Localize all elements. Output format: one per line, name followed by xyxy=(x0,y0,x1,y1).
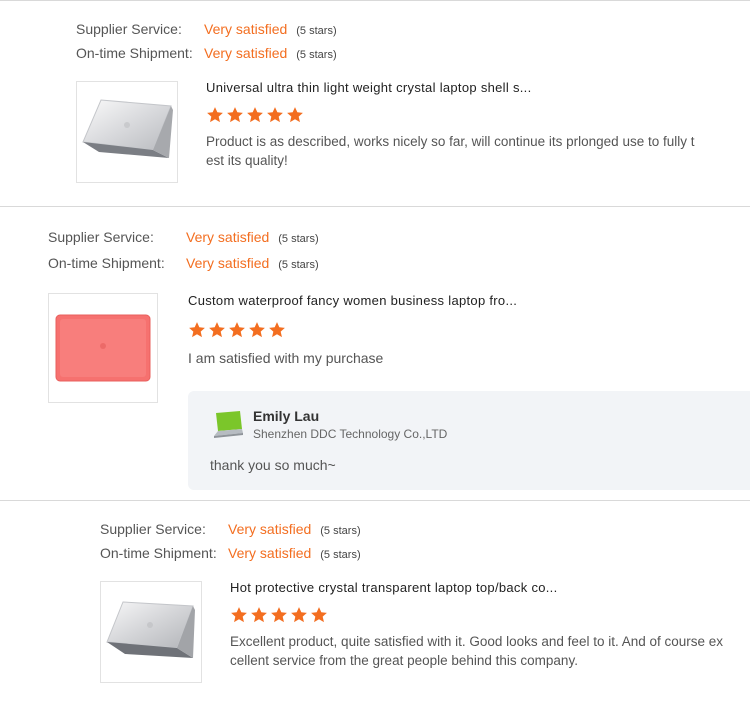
rating-label: Supplier Service: xyxy=(100,521,206,537)
rating-label: On-time Shipment: xyxy=(100,545,217,561)
rating-stars-count: (5 stars) xyxy=(320,549,361,561)
rating-stars-count: (5 stars) xyxy=(320,525,361,537)
product-title-link[interactable]: Hot protective crystal transparent lapto… xyxy=(230,580,558,595)
comment-line: cellent service from the great people be… xyxy=(230,653,578,668)
star-icon xyxy=(231,607,247,623)
on-time-shipment-rating: On-time Shipment: Very satisfied (5 star… xyxy=(100,545,361,561)
star-icon xyxy=(291,607,307,623)
star-icon xyxy=(271,607,287,623)
comment-line: Excellent product, quite satisfied with … xyxy=(230,634,724,649)
star-rating xyxy=(230,606,328,624)
supplier-service-rating: Supplier Service: Very satisfied (5 star… xyxy=(100,521,361,537)
star-icon xyxy=(311,607,327,623)
rating-value: Very satisfied xyxy=(228,521,312,537)
review-comment: Excellent product, quite satisfied with … xyxy=(230,632,730,670)
star-icon xyxy=(251,607,267,623)
product-thumbnail[interactable] xyxy=(100,581,202,683)
review-item: Supplier Service: Very satisfied (5 star… xyxy=(0,0,750,705)
rating-value: Very satisfied xyxy=(228,545,312,561)
clear-laptop-shell-icon xyxy=(106,601,195,658)
